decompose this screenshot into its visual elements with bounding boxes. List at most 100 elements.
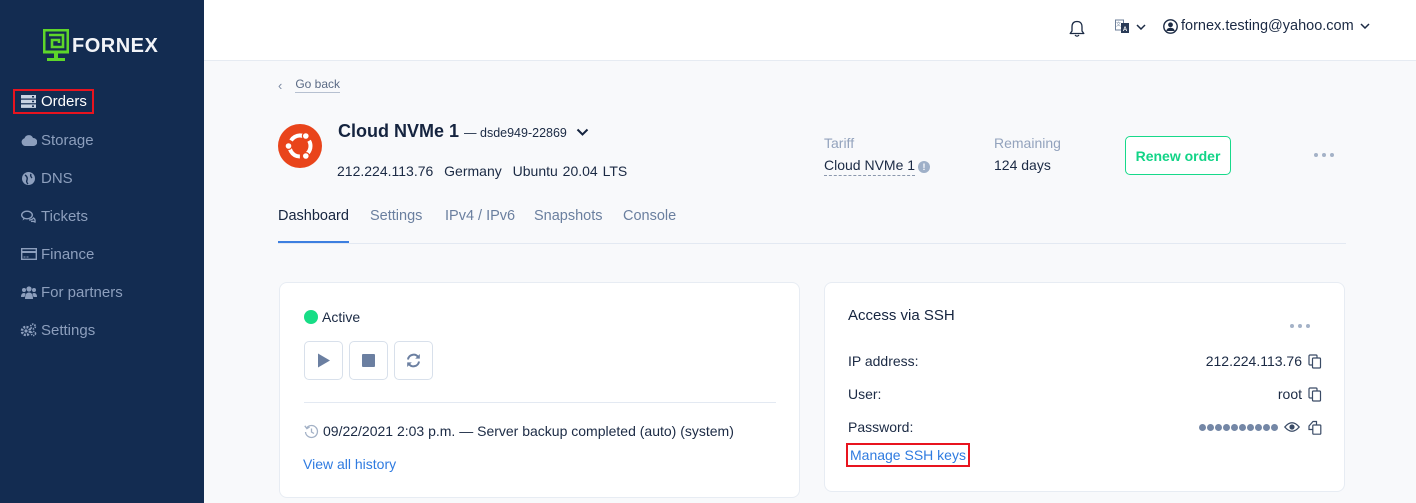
sidebar-item-label: For partners <box>41 283 123 301</box>
status-dot-icon <box>304 310 318 324</box>
server-location: Germany <box>444 163 502 179</box>
password-dot <box>1239 423 1246 431</box>
sidebar-item-tickets[interactable]: Tickets <box>20 204 88 228</box>
tab-snapshots[interactable]: Snapshots <box>534 208 603 243</box>
password-dot <box>1271 423 1278 431</box>
remaining-block: Remaining 124 days <box>994 135 1061 173</box>
history-event-text: 09/22/2021 2:03 p.m. — Server backup com… <box>323 423 734 439</box>
info-icon[interactable]: ! <box>918 160 931 173</box>
ssh-password-row: Password: <box>848 417 1322 437</box>
play-icon <box>317 353 330 368</box>
logo-text: FORNEX <box>72 34 159 57</box>
tab-ipv4-ipv6[interactable]: IPv4 / IPv6 <box>445 208 515 243</box>
eye-icon[interactable] <box>1284 421 1300 433</box>
ssh-access-card: Access via SSH IP address: 212.224.113.7… <box>824 282 1345 492</box>
ssh-user-label: User: <box>848 386 882 402</box>
ubuntu-logo-icon <box>278 124 322 168</box>
ssh-ip-row: IP address: 212.224.113.76 <box>848 351 1322 371</box>
sidebar-item-label: DNS <box>41 169 73 187</box>
top-bar: A文 fornex.testing@yahoo.com <box>204 0 1416 61</box>
server-tabs: Dashboard Settings IPv4 / IPv6 Snapshots… <box>278 200 1346 244</box>
chevron-down-icon <box>1360 23 1370 29</box>
user-menu[interactable]: fornex.testing@yahoo.com <box>1163 18 1370 34</box>
password-masked <box>1199 423 1278 431</box>
more-actions-button[interactable] <box>1314 153 1334 157</box>
sidebar-item-finance[interactable]: Finance <box>20 242 94 266</box>
history-icon <box>304 424 319 438</box>
tariff-label: Tariff <box>824 135 855 151</box>
sidebar-item-settings[interactable]: Settings <box>20 318 95 342</box>
user-email: fornex.testing@yahoo.com <box>1181 18 1354 34</box>
tariff-block: Tariff Cloud NVMe 1 ! <box>824 135 931 176</box>
card-divider <box>304 402 776 403</box>
sidebar-item-storage[interactable]: Storage <box>20 128 94 152</box>
more-dot-icon <box>1314 153 1318 157</box>
bell-icon <box>1069 20 1085 37</box>
ssh-ip-label: IP address: <box>848 353 919 369</box>
logo-mark-icon <box>43 29 69 61</box>
copy-icon[interactable] <box>1308 386 1322 402</box>
status-text: Active <box>322 309 361 325</box>
sidebar: FORNEX Orders Storage DNS Tickets Financ… <box>0 0 204 503</box>
password-dot <box>1215 423 1222 431</box>
server-icon <box>20 95 37 109</box>
copy-password-icon[interactable] <box>1308 420 1322 435</box>
more-dot-icon <box>1306 324 1310 328</box>
more-dot-icon <box>1330 153 1334 157</box>
sidebar-item-label: Storage <box>41 131 94 149</box>
gears-icon <box>20 323 37 337</box>
view-all-history-link[interactable]: View all history <box>303 456 396 472</box>
copy-icon[interactable] <box>1308 353 1322 369</box>
credit-card-icon <box>20 247 37 261</box>
sidebar-item-label: Finance <box>41 245 95 263</box>
server-title: Cloud NVMe 1 <box>338 121 460 141</box>
password-dot <box>1247 423 1254 431</box>
language-selector[interactable]: A文 <box>1115 19 1146 34</box>
ssh-password-label: Password: <box>848 419 914 435</box>
users-icon <box>20 285 37 299</box>
sidebar-item-label: Tickets <box>41 207 88 225</box>
ssh-more-button[interactable] <box>1290 324 1310 328</box>
start-button[interactable] <box>304 341 343 380</box>
password-dot <box>1223 423 1230 431</box>
password-dot <box>1263 423 1270 431</box>
sidebar-item-label: Settings <box>41 321 96 339</box>
sidebar-item-orders[interactable]: Orders <box>13 89 94 114</box>
password-dot <box>1207 423 1214 431</box>
fornex-logo[interactable]: FORNEX <box>43 29 158 63</box>
svg-text:文: 文 <box>1116 21 1121 28</box>
chat-icon <box>20 209 37 223</box>
sidebar-item-label: Orders <box>41 93 87 110</box>
stop-icon <box>362 354 375 367</box>
globe-icon <box>20 171 37 185</box>
tab-settings[interactable]: Settings <box>370 208 422 243</box>
server-title-row: Cloud NVMe 1 — dsde949-22869 <box>338 121 589 142</box>
status-indicator: Active <box>304 309 360 325</box>
ssh-user-row: User: root <box>848 384 1322 404</box>
restart-button[interactable] <box>394 341 433 380</box>
sidebar-item-for-partners[interactable]: For partners <box>20 280 123 304</box>
password-dot <box>1199 423 1206 431</box>
tariff-value[interactable]: Cloud NVMe 1 <box>824 157 916 176</box>
renew-order-button[interactable]: Renew order <box>1125 136 1231 175</box>
sidebar-item-dns[interactable]: DNS <box>20 166 73 190</box>
go-back-link[interactable]: ‹ Go back <box>278 77 341 93</box>
server-switch-chevron-icon[interactable] <box>576 128 589 136</box>
tab-console[interactable]: Console <box>623 208 676 243</box>
translate-icon: A文 <box>1115 19 1129 33</box>
ssh-user-value: root <box>1277 386 1302 402</box>
more-dot-icon <box>1298 324 1302 328</box>
stop-button[interactable] <box>349 341 388 380</box>
server-meta: 212.224.113.76 Germany Ubuntu 20.04 LTS <box>337 163 633 179</box>
svg-text:A: A <box>1123 27 1128 33</box>
notifications-button[interactable] <box>1069 20 1085 38</box>
last-history-event: 09/22/2021 2:03 p.m. — Server backup com… <box>304 423 734 439</box>
user-circle-icon <box>1163 18 1178 34</box>
remaining-value: 124 days <box>994 157 1051 173</box>
manage-ssh-keys-link[interactable]: Manage SSH keys <box>846 443 970 467</box>
chevron-left-icon: ‹ <box>278 77 283 93</box>
remaining-label: Remaining <box>994 135 1061 151</box>
cloud-icon <box>20 133 37 147</box>
refresh-icon <box>407 353 420 368</box>
tab-dashboard[interactable]: Dashboard <box>278 208 349 243</box>
